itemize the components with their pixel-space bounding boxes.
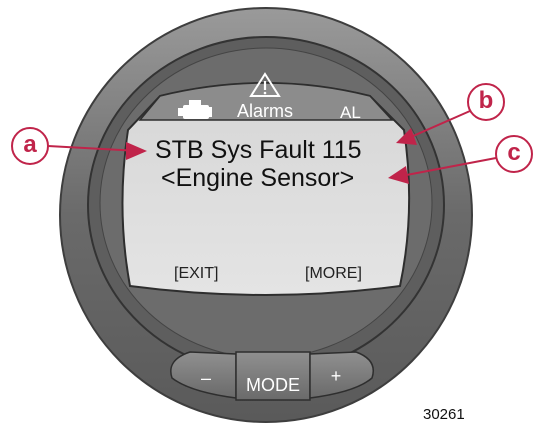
plus-button[interactable]: + [326, 366, 346, 386]
callout-c-label: c [507, 139, 521, 166]
mode-button[interactable]: MODE [236, 375, 310, 395]
callout-a-label: a [23, 131, 37, 158]
gauge-artwork [11, 7, 533, 423]
fault-line: STB Sys Fault 115 [155, 136, 362, 164]
callout-b-label: b [478, 87, 494, 114]
header-title: Alarms [237, 101, 294, 121]
header-code: AL [340, 103, 361, 122]
softkey-exit[interactable]: [EXIT] [174, 265, 218, 283]
minus-button[interactable]: – [196, 368, 216, 388]
fault-detail: <Engine Sensor> [161, 164, 355, 192]
softkey-more[interactable]: [MORE] [305, 265, 362, 283]
figure-number: 30261 [423, 406, 465, 423]
gauge-figure: Alarms AL STB Sys Fault 115 <Engine Sens… [0, 0, 534, 435]
